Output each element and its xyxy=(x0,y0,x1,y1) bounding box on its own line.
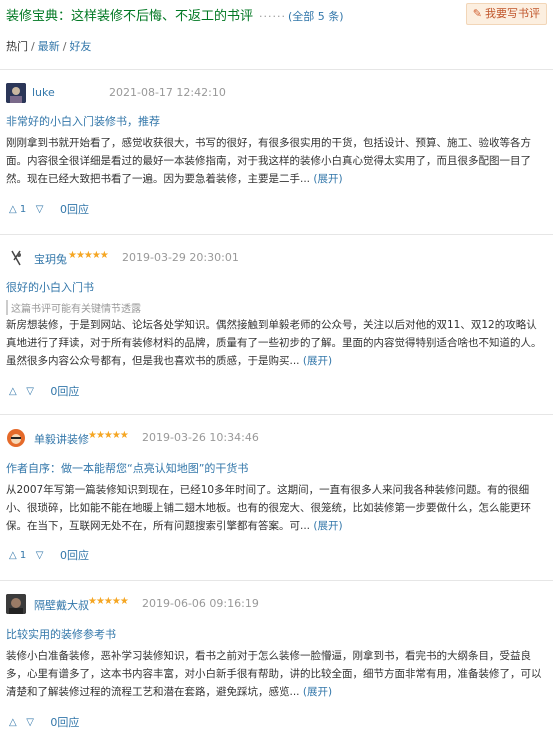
review-body: 装修小白准备装修，恶补学习装修知识，看书之前对于怎么装修一脸懵逼，刚拿到书，看完… xyxy=(6,647,544,701)
replies-link[interactable]: 0回应 xyxy=(60,203,89,216)
review-author-name[interactable]: 隔壁戴大叔 xyxy=(34,597,89,613)
rating-stars: ★★★★★ xyxy=(68,250,109,261)
sort-latest[interactable]: 最新 xyxy=(38,40,60,53)
sort-separator: / xyxy=(62,40,67,53)
review-title[interactable]: 非常好的小白入门装修书，推荐 xyxy=(6,113,160,129)
review-author-name[interactable]: luke xyxy=(32,86,55,99)
rating-stars: ★★★★★ xyxy=(88,596,129,607)
upvote-button[interactable]: △ xyxy=(6,384,20,400)
replies-link[interactable]: 0回应 xyxy=(50,385,79,398)
upvote-button[interactable]: △ 1 xyxy=(6,548,29,564)
review-item: 宝玥兔 ★★★★★ 2019-03-29 20:30:01 很好的小白入门书 这… xyxy=(0,234,553,415)
avatar[interactable] xyxy=(6,83,26,103)
title-dots: ······ xyxy=(259,10,286,23)
thumb-up-triangle-icon: △ xyxy=(9,550,17,561)
review-body-text: 新房想装修，于是到网站、论坛各处学知识。偶然接触到单毅老师的公众号，关注以后对他… xyxy=(6,319,542,367)
review-expand-link[interactable]: (展开) xyxy=(303,686,332,698)
spoiler-warning: 这篇书评可能有关键情节透露 xyxy=(6,300,141,315)
sort-hot[interactable]: 热门 xyxy=(6,40,28,53)
review-expand-link[interactable]: (展开) xyxy=(303,355,332,367)
sort-tabs: 热门 / 最新 / 好友 xyxy=(6,38,91,54)
avatar-image xyxy=(6,594,26,614)
write-review-button[interactable]: ✎ 我要写书评 xyxy=(465,3,547,25)
thumb-down-triangle-icon: ▽ xyxy=(26,717,34,728)
header: 装修宝典：这样装修不后悔、不返工的书评 ······ (全部 5 条) ✎ 我要写书评 xyxy=(0,0,553,26)
review-item: luke 2021-08-17 12:42:10 非常好的小白入门装修书，推荐 … xyxy=(0,69,553,235)
review-body: 新房想装修，于是到网站、论坛各处学知识。偶然接触到单毅老师的公众号，关注以后对他… xyxy=(6,316,544,370)
review-expand-link[interactable]: (展开) xyxy=(313,173,342,185)
review-title[interactable]: 很好的小白入门书 xyxy=(6,279,94,295)
avatar[interactable] xyxy=(6,428,26,448)
page-title-text: 装修宝典：这样装修不后悔、不返工的书评 xyxy=(6,9,254,24)
review-time[interactable]: 2021-08-17 12:42:10 xyxy=(109,86,226,99)
upvote-count: 1 xyxy=(19,550,27,561)
page-title: 装修宝典：这样装修不后悔、不返工的书评 ······ (全部 5 条) xyxy=(6,5,344,24)
review-count-link[interactable]: (全部 5 条) xyxy=(288,10,344,23)
review-time[interactable]: 2019-03-26 10:34:46 xyxy=(142,431,259,444)
thumb-up-triangle-icon: △ xyxy=(9,204,17,215)
review-author-name[interactable]: 单毅讲装修 xyxy=(34,431,89,447)
rating-stars: ★★★★★ xyxy=(88,430,129,441)
thumb-up-triangle-icon: △ xyxy=(9,386,17,397)
review-actions: △ ▽ 0回应 xyxy=(6,383,79,401)
review-item: 单毅讲装修 ★★★★★ 2019-03-26 10:34:46 作者自序：做一本… xyxy=(0,414,553,581)
review-actions: △ 1 ▽ 0回应 xyxy=(6,201,89,219)
sort-friends[interactable]: 好友 xyxy=(69,40,91,53)
review-expand-link[interactable]: (展开) xyxy=(313,520,342,532)
review-body: 从2007年写第一篇装修知识到现在，已经10多年时间了。这期间，一直有很多人来问… xyxy=(6,481,544,535)
avatar-image xyxy=(6,83,26,103)
downvote-button[interactable]: ▽ xyxy=(23,715,37,731)
downvote-button[interactable]: ▽ xyxy=(23,384,37,400)
review-body-text: 从2007年写第一篇装修知识到现在，已经10多年时间了。这期间，一直有很多人来问… xyxy=(6,484,531,532)
downvote-button[interactable]: ▽ xyxy=(33,202,47,218)
thumb-up-triangle-icon: △ xyxy=(9,717,17,728)
review-title[interactable]: 比较实用的装修参考书 xyxy=(6,626,116,642)
review-body-text: 刚刚拿到书就开始看了，感觉收获很大，书写的很好，有很多很实用的干货，包括设计、预… xyxy=(6,137,531,185)
upvote-button[interactable]: △ xyxy=(6,715,20,731)
avatar-image xyxy=(11,250,21,266)
write-review-label: 我要写书评 xyxy=(485,7,540,20)
review-author-name[interactable]: 宝玥兔 xyxy=(34,251,67,267)
avatar-image xyxy=(7,429,25,447)
review-time[interactable]: 2019-06-06 09:16:19 xyxy=(142,597,259,610)
review-time[interactable]: 2019-03-29 20:30:01 xyxy=(122,251,239,264)
review-item: 隔壁戴大叔 ★★★★★ 2019-06-06 09:16:19 比较实用的装修参… xyxy=(0,580,553,744)
replies-link[interactable]: 0回应 xyxy=(50,716,79,729)
review-body-text: 装修小白准备装修，恶补学习装修知识，看书之前对于怎么装修一脸懵逼，刚拿到书，看完… xyxy=(6,650,542,698)
review-actions: △ ▽ 0回应 xyxy=(6,714,79,732)
review-actions: △ 1 ▽ 0回应 xyxy=(6,547,89,565)
downvote-button[interactable]: ▽ xyxy=(33,548,47,564)
thumb-down-triangle-icon: ▽ xyxy=(26,386,34,397)
review-title[interactable]: 作者自序：做一本能帮您“点亮认知地图”的干货书 xyxy=(6,460,248,476)
avatar[interactable] xyxy=(6,248,26,268)
thumb-down-triangle-icon: ▽ xyxy=(35,204,44,215)
replies-link[interactable]: 0回应 xyxy=(60,549,89,562)
avatar[interactable] xyxy=(6,594,26,614)
pen-icon: ✎ xyxy=(472,7,482,20)
upvote-count: 1 xyxy=(19,204,27,215)
sort-separator: / xyxy=(31,40,35,53)
review-body: 刚刚拿到书就开始看了，感觉收获很大，书写的很好，有很多很实用的干货，包括设计、预… xyxy=(6,134,544,188)
thumb-down-triangle-icon: ▽ xyxy=(35,550,44,561)
upvote-button[interactable]: △ 1 xyxy=(6,202,29,218)
